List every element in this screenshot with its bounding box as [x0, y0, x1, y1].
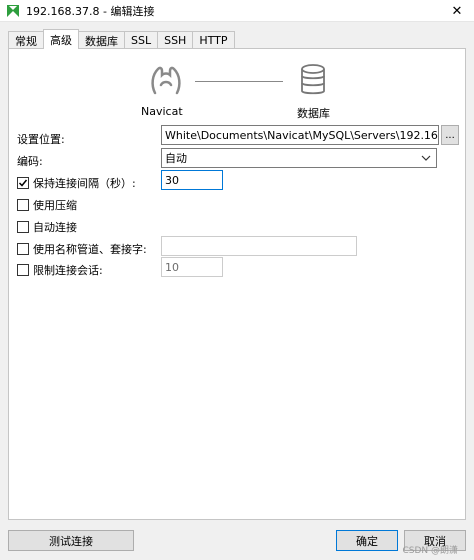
chevron-down-icon — [421, 155, 431, 161]
tab-http[interactable]: HTTP — [192, 31, 235, 49]
limit-sessions-input[interactable]: 10 — [161, 257, 223, 277]
settings-location-input[interactable]: White\Documents\Navicat\MySQL\Servers\19… — [161, 125, 439, 145]
compression-row: 使用压缩 — [17, 197, 77, 213]
database-label: 数据库 — [297, 107, 330, 120]
limit-sessions-checkbox[interactable] — [17, 264, 29, 276]
watermark: CSDN @朗潇 — [402, 546, 458, 556]
window-title: 192.168.37.8 - 编辑连接 — [26, 4, 155, 18]
connection-diagram: Navicat 数据库 — [137, 57, 347, 127]
advanced-panel: Navicat 数据库 设置位置: White\Documents\Navica… — [8, 48, 466, 520]
connection-line — [195, 81, 283, 82]
limit-sessions-label: 限制连接会话: — [33, 264, 103, 277]
settings-location-label: 设置位置: — [17, 133, 65, 146]
navicat-logo-icon — [151, 66, 181, 95]
close-icon: ✕ — [451, 3, 463, 19]
keepalive-row: 保持连接间隔（秒）: — [17, 175, 136, 191]
auto-connect-checkbox[interactable] — [17, 221, 29, 233]
auto-connect-row: 自动连接 — [17, 219, 77, 235]
keepalive-label: 保持连接间隔（秒）: — [33, 177, 136, 190]
browse-button[interactable]: ... — [441, 125, 459, 145]
tab-general[interactable]: 常规 — [8, 31, 44, 49]
named-pipe-input[interactable] — [161, 236, 357, 256]
limit-sessions-row: 限制连接会话: — [17, 262, 103, 278]
navicat-app-icon — [6, 4, 20, 18]
tab-bar: 常规 高级 数据库 SSL SSH HTTP — [8, 29, 235, 49]
compression-label: 使用压缩 — [33, 199, 77, 212]
keepalive-input[interactable]: 30 — [161, 170, 223, 190]
tab-ssl[interactable]: SSL — [124, 31, 159, 49]
encoding-label: 编码: — [17, 155, 43, 168]
ok-button[interactable]: 确定 — [336, 530, 398, 551]
test-connection-button[interactable]: 测试连接 — [8, 530, 134, 551]
tab-advanced[interactable]: 高级 — [43, 29, 79, 49]
tab-database[interactable]: 数据库 — [78, 31, 125, 49]
keepalive-checkbox[interactable] — [17, 177, 29, 189]
title-bar: 192.168.37.8 - 编辑连接 ✕ — [0, 0, 474, 22]
compression-checkbox[interactable] — [17, 199, 29, 211]
tab-ssh[interactable]: SSH — [157, 31, 194, 49]
navicat-label: Navicat — [141, 105, 183, 118]
named-pipe-row: 使用名称管道、套接字: — [17, 241, 147, 257]
auto-connect-label: 自动连接 — [33, 221, 77, 234]
close-button[interactable]: ✕ — [440, 0, 474, 22]
encoding-selected-value: 自动 — [165, 152, 187, 165]
named-pipe-label: 使用名称管道、套接字: — [33, 243, 147, 256]
database-icon — [301, 64, 325, 95]
named-pipe-checkbox[interactable] — [17, 243, 29, 255]
encoding-select[interactable]: 自动 — [161, 148, 437, 168]
checkmark-icon — [18, 179, 28, 187]
